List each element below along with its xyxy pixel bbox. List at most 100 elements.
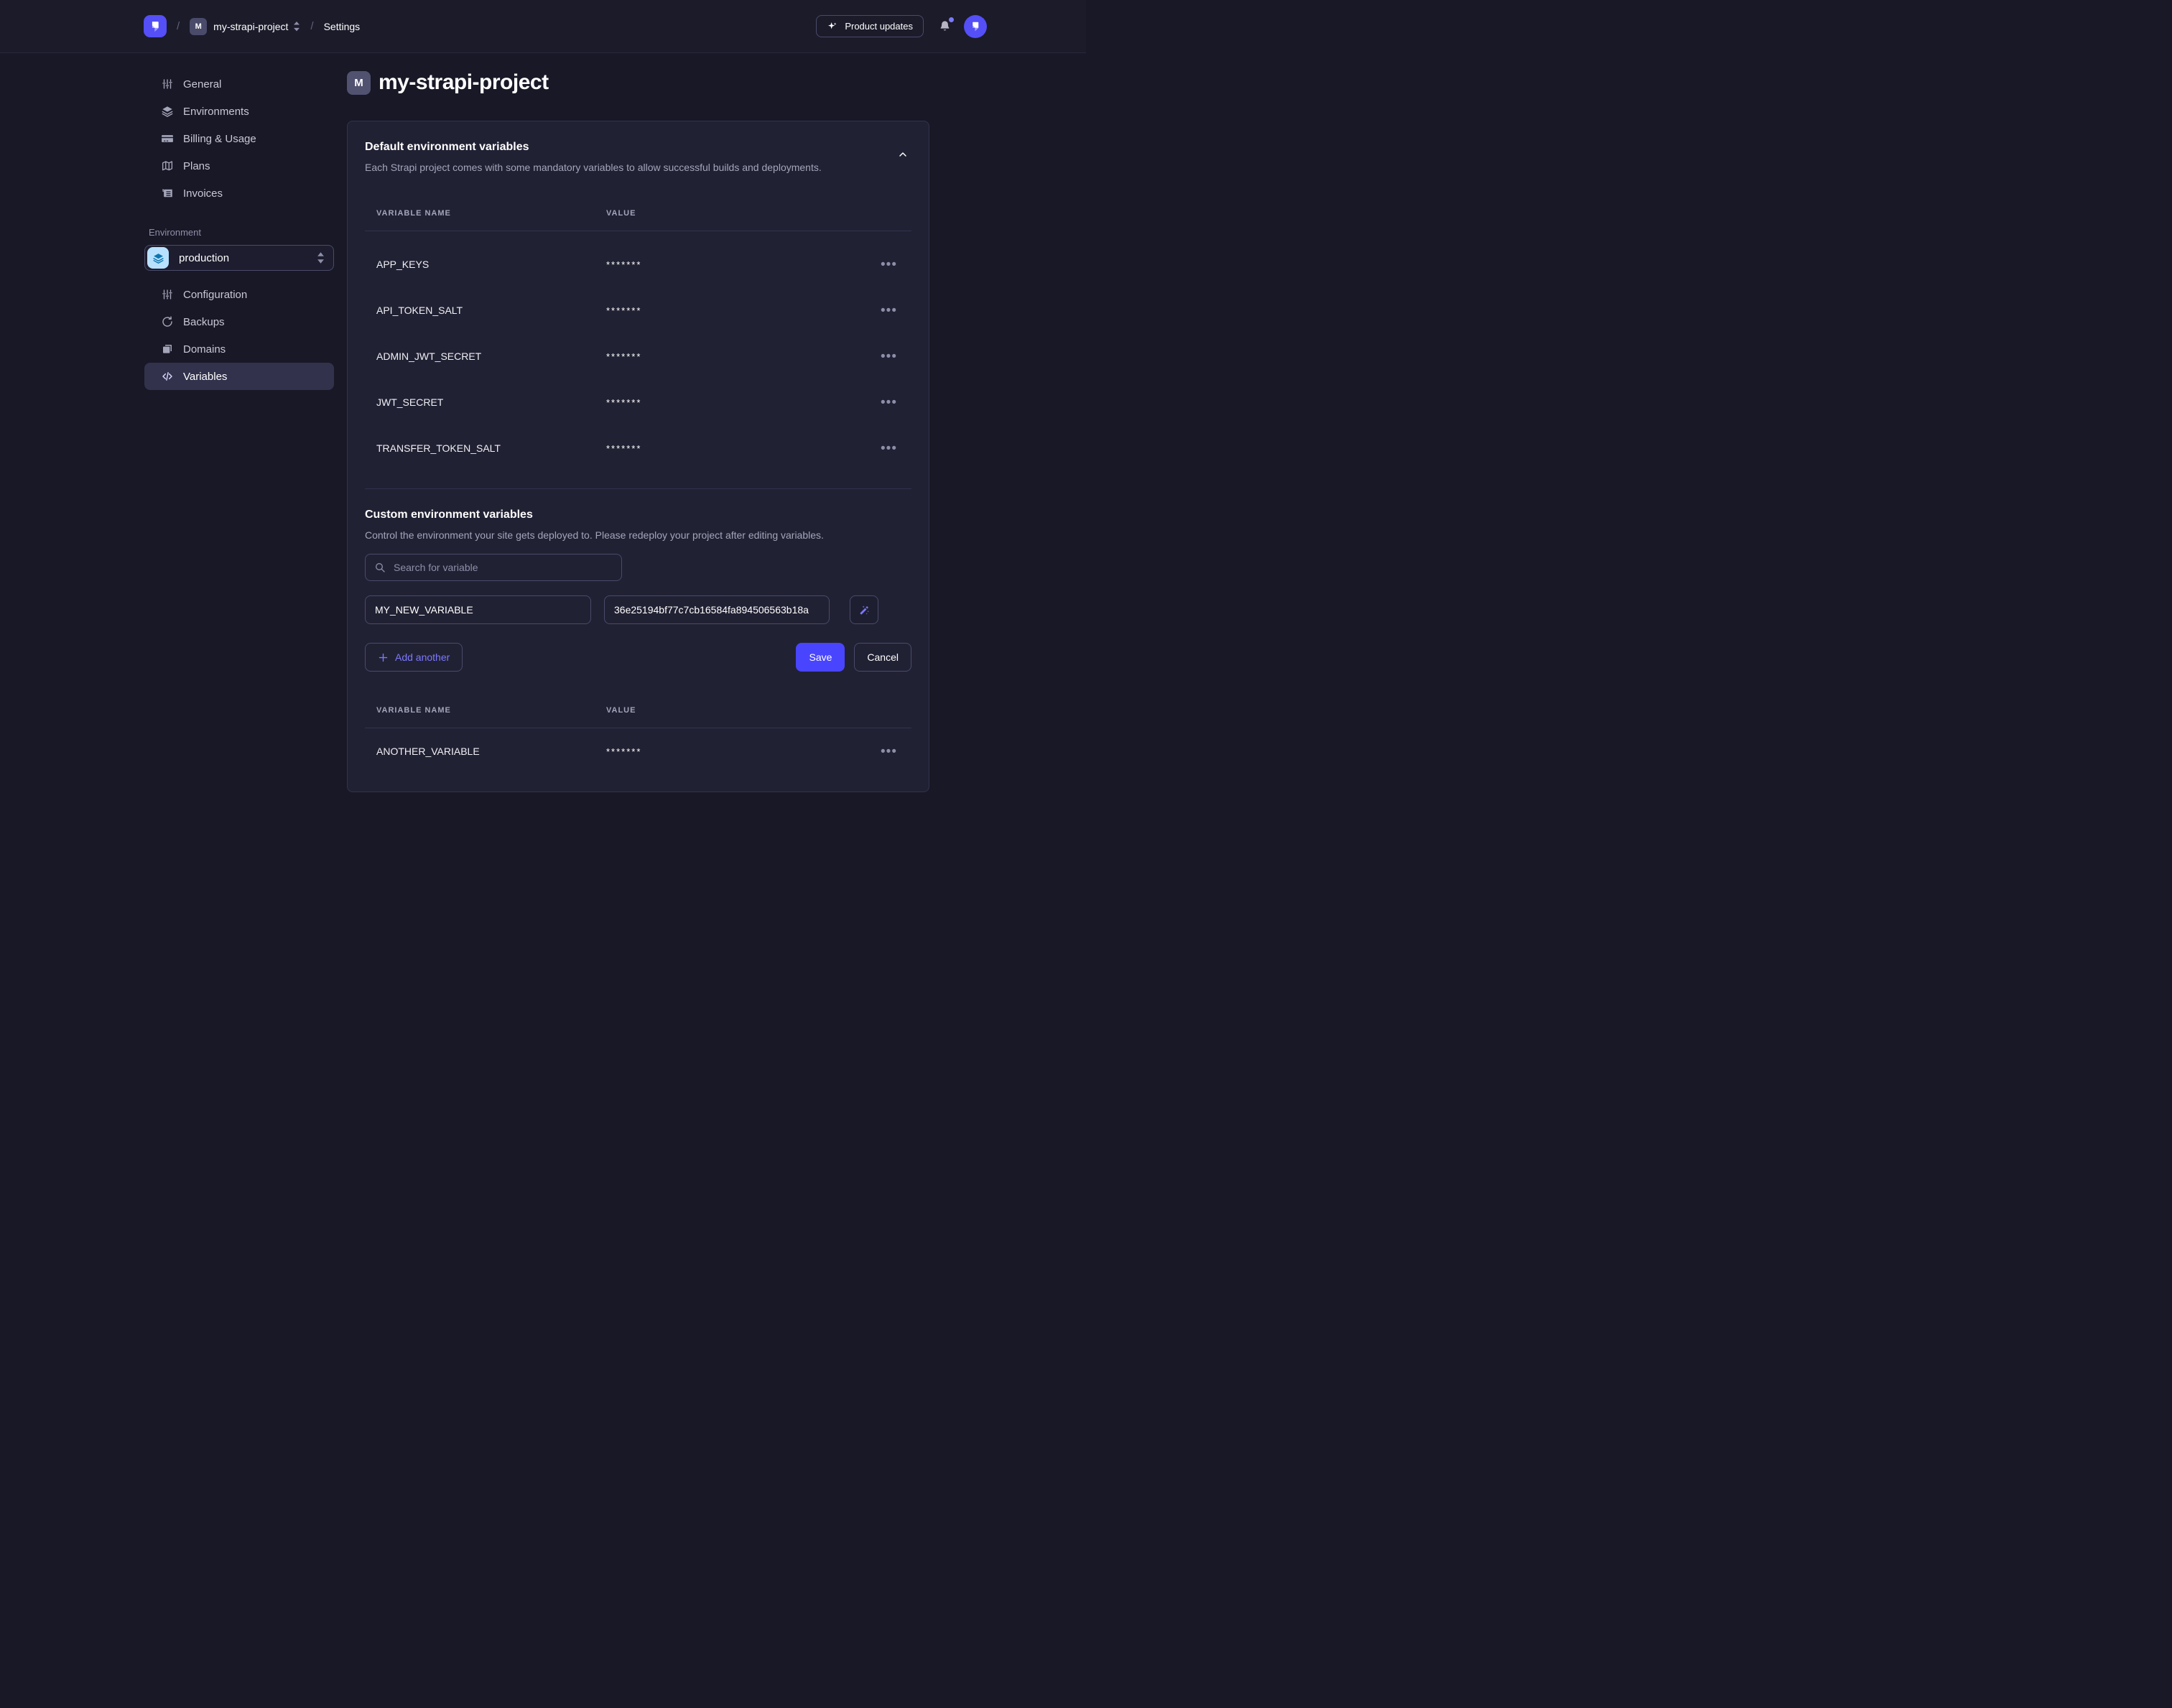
magic-wand-icon — [858, 603, 871, 617]
sidebar-item-plans[interactable]: Plans — [144, 152, 334, 180]
sidebar-item-label: Billing & Usage — [183, 133, 256, 145]
product-updates-button[interactable]: Product updates — [816, 15, 924, 37]
new-variable-value-input[interactable] — [604, 595, 830, 624]
code-icon — [161, 370, 174, 383]
breadcrumb-separator: / — [310, 20, 313, 32]
save-button[interactable]: Save — [796, 643, 845, 672]
variable-name: TRANSFER_TOKEN_SALT — [376, 442, 606, 454]
environment-layers-icon — [147, 247, 169, 269]
notification-dot — [949, 17, 954, 22]
main-content: M my-strapi-project Default environment … — [347, 53, 929, 821]
sidebar-item-domains[interactable]: Domains — [144, 335, 334, 363]
topbar: / M my-strapi-project / Settings Product… — [0, 0, 1086, 53]
section-divider — [365, 488, 911, 489]
default-vars-table-header: VARIABLE NAME VALUE — [365, 206, 911, 221]
cancel-button[interactable]: Cancel — [854, 643, 911, 672]
table-row: APP_KEYS ******* ••• — [365, 241, 911, 287]
row-actions-button[interactable]: ••• — [878, 302, 900, 319]
custom-vars-table: ANOTHER_VARIABLE ******* ••• — [365, 728, 911, 774]
sidebar-item-label: Backups — [183, 316, 225, 328]
map-icon — [161, 159, 174, 172]
variable-value-masked: ******* — [606, 305, 878, 316]
variable-value-masked: ******* — [606, 746, 878, 757]
sidebar-item-backups[interactable]: Backups — [144, 308, 334, 335]
sparkles-icon — [827, 21, 838, 32]
sidebar-item-invoices[interactable]: Invoices — [144, 180, 334, 207]
breadcrumb-separator: / — [177, 20, 180, 32]
search-icon — [374, 562, 386, 573]
variable-name: APP_KEYS — [376, 259, 606, 270]
invoice-icon — [161, 187, 174, 200]
sidebar-item-configuration[interactable]: Configuration — [144, 281, 334, 308]
row-actions-button[interactable]: ••• — [878, 348, 900, 365]
settings-sidebar: General Environments B — [144, 70, 334, 390]
row-actions-button[interactable]: ••• — [878, 394, 900, 411]
strapi-cloud-app: / M my-strapi-project / Settings Product… — [0, 0, 1086, 854]
variable-name: API_TOKEN_SALT — [376, 305, 606, 316]
environment-select[interactable]: production — [144, 245, 334, 271]
column-header-value: VALUE — [606, 206, 900, 221]
table-row: API_TOKEN_SALT ******* ••• — [365, 287, 911, 333]
generate-value-button[interactable] — [850, 595, 878, 624]
variable-value-masked: ******* — [606, 351, 878, 362]
column-header-value: VALUE — [606, 703, 900, 718]
default-vars-description: Each Strapi project comes with some mand… — [365, 160, 894, 175]
sidebar-item-general[interactable]: General — [144, 70, 334, 98]
add-another-button[interactable]: Add another — [365, 643, 463, 672]
custom-vars-table-header: VARIABLE NAME VALUE — [365, 703, 911, 718]
sliders-icon — [161, 288, 174, 301]
avatar-strapi-icon — [968, 19, 983, 34]
table-row: ADMIN_JWT_SECRET ******* ••• — [365, 333, 911, 379]
default-vars-table: APP_KEYS ******* ••• API_TOKEN_SALT ****… — [365, 241, 911, 471]
sidebar-item-label: Environments — [183, 106, 249, 118]
row-actions-button[interactable]: ••• — [878, 256, 900, 273]
variable-name: ANOTHER_VARIABLE — [376, 746, 606, 757]
variable-value-masked: ******* — [606, 397, 878, 408]
sidebar-item-billing[interactable]: Billing & Usage — [144, 125, 334, 152]
row-actions-button[interactable]: ••• — [878, 440, 900, 457]
variable-search — [365, 554, 622, 581]
chevron-up-down-icon — [317, 252, 325, 264]
chevron-up-down-icon — [293, 22, 300, 32]
default-vars-title: Default environment variables — [365, 140, 894, 154]
column-header-variable-name: VARIABLE NAME — [376, 206, 606, 221]
stack-icon — [161, 343, 174, 356]
collapse-section-button[interactable] — [894, 146, 911, 163]
breadcrumb-project-selector[interactable]: M my-strapi-project — [190, 18, 300, 35]
breadcrumb-settings: Settings — [324, 21, 361, 32]
custom-vars-title: Custom environment variables — [365, 508, 911, 522]
variable-name: ADMIN_JWT_SECRET — [376, 351, 606, 362]
page-title: my-strapi-project — [379, 70, 549, 95]
user-avatar[interactable] — [964, 15, 987, 38]
breadcrumb-project-name: my-strapi-project — [213, 21, 288, 32]
sidebar-item-variables[interactable]: Variables — [144, 363, 334, 390]
sidebar-item-label: Variables — [183, 371, 227, 383]
environment-select-value: production — [179, 252, 312, 264]
environment-section-label: Environment — [149, 227, 334, 238]
add-another-label: Add another — [395, 651, 450, 663]
project-initial-badge: M — [190, 18, 207, 35]
column-header-variable-name: VARIABLE NAME — [376, 703, 606, 718]
sidebar-item-label: Domains — [183, 343, 226, 356]
variable-value-masked: ******* — [606, 443, 878, 454]
search-input[interactable] — [392, 561, 613, 574]
table-row: TRANSFER_TOKEN_SALT ******* ••• — [365, 425, 911, 471]
refresh-icon — [161, 315, 174, 328]
sidebar-item-label: Configuration — [183, 289, 247, 301]
project-initial-badge: M — [347, 71, 371, 95]
sidebar-item-label: General — [183, 78, 221, 90]
row-actions-button[interactable]: ••• — [878, 743, 900, 760]
layers-icon — [161, 105, 174, 118]
sidebar-item-label: Invoices — [183, 187, 223, 200]
product-updates-label: Product updates — [845, 21, 913, 32]
table-row: ANOTHER_VARIABLE ******* ••• — [365, 728, 911, 774]
notifications-button[interactable] — [938, 19, 952, 33]
strapi-logo-icon — [147, 19, 163, 34]
strapi-logo[interactable] — [144, 15, 167, 37]
variable-name: JWT_SECRET — [376, 396, 606, 408]
new-variable-name-input[interactable] — [365, 595, 591, 624]
sidebar-item-environments[interactable]: Environments — [144, 98, 334, 125]
sliders-icon — [161, 78, 174, 90]
plus-icon — [378, 652, 389, 663]
sidebar-item-label: Plans — [183, 160, 210, 172]
